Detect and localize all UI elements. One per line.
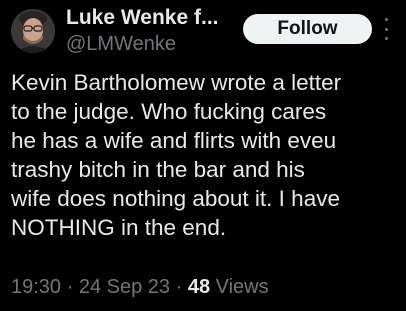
- meta-separator: ·: [61, 276, 79, 298]
- dot: [384, 27, 388, 31]
- more-vertical-icon[interactable]: [383, 18, 389, 40]
- avatar-image: [11, 9, 55, 53]
- tweet-card: Luke Wenke f... @LMWenke Follow Kevin Ba…: [0, 0, 406, 311]
- tweet-meta: 19:30 · 24 Sep 23 · 48 Views: [11, 276, 269, 299]
- tweet-text: Kevin Bartholomew wrote a letter to the …: [11, 70, 342, 240]
- views-label: Views: [210, 276, 269, 298]
- dot: [384, 37, 388, 40]
- follow-button[interactable]: Follow: [243, 14, 372, 44]
- views-count: 48: [187, 276, 211, 298]
- dot: [384, 18, 388, 21]
- tweet-date[interactable]: 24 Sep 23: [79, 276, 170, 298]
- tweet-time[interactable]: 19:30: [11, 276, 61, 298]
- author-display-name[interactable]: Luke Wenke f...: [66, 6, 219, 30]
- author-handle[interactable]: @LMWenke: [66, 33, 176, 56]
- avatar[interactable]: [11, 9, 55, 53]
- meta-separator: ·: [170, 276, 188, 298]
